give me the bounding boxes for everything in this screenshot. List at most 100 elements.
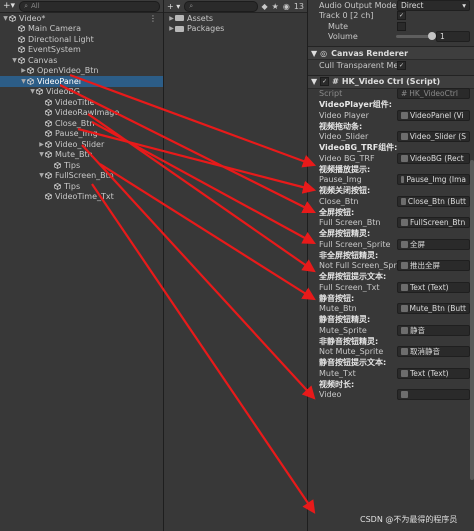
inspector-scrollbar[interactable] (470, 160, 474, 480)
hierarchy-row[interactable]: ▼ FullScreen_Btn (0, 171, 163, 182)
mute-label: Mute (328, 21, 349, 31)
canvas-renderer-header[interactable]: ▼ ◎ Canvas Renderer (308, 46, 474, 60)
hierarchy-row-label: EventSystem (28, 45, 81, 55)
object-reference-field[interactable]: Video_Slider (S (397, 131, 470, 143)
volume-field[interactable]: 1 (436, 31, 470, 43)
field-label: Mute_Btn (319, 304, 357, 314)
object-reference-field[interactable]: 取消静音 (397, 346, 470, 358)
collapsed-arrow-icon[interactable]: ▶ (168, 25, 175, 32)
component-enabled-checkbox[interactable]: ✓ (320, 77, 330, 86)
hierarchy-row-label: Canvas (28, 55, 58, 65)
field-row: Mute_Sprite 静音 (308, 324, 474, 336)
object-reference-field[interactable]: 推出全屏 (397, 260, 470, 272)
hierarchy-search-input[interactable]: ⌕ All (19, 0, 160, 12)
object-icon (401, 369, 408, 377)
project-search-input[interactable]: ⌕ (184, 0, 258, 12)
field-value: Text (Text) (410, 282, 449, 292)
gameobject-cube-icon (27, 67, 34, 75)
gameobject-cube-icon (18, 46, 25, 54)
fold-arrow-icon[interactable]: ▼ (311, 77, 317, 86)
expanded-arrow-icon[interactable]: ▼ (2, 15, 9, 22)
hierarchy-row[interactable]: EventSystem (0, 45, 163, 56)
expanded-arrow-icon[interactable]: ▼ (11, 57, 18, 64)
hierarchy-row[interactable]: ▼ Mute_Btn (0, 150, 163, 161)
hierarchy-row[interactable]: VideoTitle (0, 97, 163, 108)
object-reference-field[interactable]: Pause_Img (Ima (397, 174, 470, 186)
script-component-header[interactable]: ▼ ✓ # HK_Video Ctrl (Script) (308, 74, 474, 89)
hierarchy-row[interactable]: Close_Btn (0, 118, 163, 129)
more-options-icon[interactable]: ⋮ (149, 14, 157, 23)
expanded-arrow-icon[interactable]: ▼ (38, 151, 45, 158)
hierarchy-row-label: Main Camera (28, 24, 82, 34)
hierarchy-row[interactable]: Tips (0, 181, 163, 192)
hierarchy-row-label: Video* (19, 13, 46, 23)
field-value: 推出全屏 (410, 261, 440, 271)
object-reference-field[interactable]: 全屏 (397, 238, 470, 250)
object-reference-field[interactable] (397, 389, 470, 401)
field-header: 非静音按钮精灵: (319, 336, 379, 346)
project-folder-packages[interactable]: ▶ Packages (164, 24, 307, 35)
mute-checkbox[interactable] (397, 21, 406, 31)
hierarchy-row[interactable]: Pause_Img (0, 129, 163, 140)
search-icon: ⌕ (24, 1, 28, 10)
hierarchy-row[interactable]: ▶ Video_Slider (0, 139, 163, 150)
object-reference-field[interactable]: Mute_Btn (Butt (397, 303, 470, 315)
hierarchy-row[interactable]: ▼ Canvas (0, 55, 163, 66)
hierarchy-row[interactable]: ▼ VideoPanel (0, 76, 163, 87)
gameobject-cube-icon (36, 88, 43, 96)
object-reference-field[interactable]: Close_Btn (Butt (397, 195, 470, 207)
script-field-icon: # (401, 89, 408, 99)
eye-slash-icon[interactable]: ◉ (283, 2, 290, 11)
volume-slider-thumb[interactable] (427, 32, 436, 41)
expanded-arrow-icon[interactable]: ▼ (38, 172, 45, 179)
canvas-renderer-title: Canvas Renderer (331, 48, 409, 58)
hierarchy-row-label: Directional Light (28, 34, 94, 44)
field-header: VideoBG_TRF组件: (319, 143, 398, 152)
project-add-button[interactable]: + ▾ (167, 2, 180, 11)
field-value: Mute_Btn (Butt (409, 304, 466, 314)
hierarchy-row-label: Video_Slider (55, 139, 105, 149)
script-field-value: HK_VideoCtrl (409, 89, 458, 99)
hierarchy-row[interactable]: Main Camera (0, 24, 163, 35)
project-folder-assets[interactable]: ▶ Assets (164, 13, 307, 24)
field-label: Close_Btn (319, 196, 359, 206)
collapsed-arrow-icon[interactable]: ▶ (20, 67, 27, 74)
hierarchy-row-label: VideoTime_Txt (55, 192, 114, 202)
hierarchy-row[interactable]: Tips (0, 160, 163, 171)
volume-slider[interactable] (396, 32, 436, 41)
object-icon (401, 176, 405, 184)
hierarchy-row[interactable]: Directional Light (0, 34, 163, 45)
fold-arrow-icon[interactable]: ▼ (311, 49, 317, 58)
hierarchy-row[interactable]: ▼ VideoBG (0, 87, 163, 98)
collapsed-arrow-icon[interactable]: ▶ (168, 15, 175, 22)
collapsed-arrow-icon[interactable]: ▶ (38, 141, 45, 148)
field-value: Pause_Img (Ima (406, 175, 466, 185)
object-reference-field[interactable]: Text (Text) (397, 367, 470, 379)
favorite-icon[interactable]: ★ (272, 2, 279, 11)
field-label: Full Screen_Sprite (319, 239, 391, 249)
field-header: 视频播放提示: (319, 164, 371, 174)
watermark: CSDN @不为最得的程序员 (360, 515, 458, 524)
object-icon (401, 283, 408, 291)
object-reference-field[interactable]: Text (Text) (397, 281, 470, 293)
count-badge: 13 (293, 1, 304, 11)
eye-icon: ◎ (320, 48, 328, 58)
hierarchy-row[interactable]: VideoTime_Txt (0, 192, 163, 203)
object-reference-field[interactable]: FullScreen_Btn (397, 217, 470, 229)
expanded-arrow-icon[interactable]: ▼ (29, 88, 36, 95)
track-checkbox[interactable]: ✓ (397, 11, 406, 21)
tag-icon[interactable]: ◆ (262, 2, 268, 11)
audio-output-dropdown[interactable]: Direct ▾ (397, 0, 470, 11)
add-icon[interactable]: +▾ (3, 1, 15, 11)
field-header: 视频时长: (319, 379, 355, 389)
hierarchy-row[interactable]: ▶ OpenVideo_Btn (0, 66, 163, 77)
object-reference-field[interactable]: VideoBG (Rect (397, 152, 470, 164)
hierarchy-row[interactable]: VideoRawImage (0, 108, 163, 119)
object-reference-field[interactable]: 静音 (397, 324, 470, 336)
cull-checkbox[interactable]: ✓ (397, 60, 406, 70)
hierarchy-row[interactable]: ▼ Video* ⋮ (0, 13, 163, 24)
field-row: Video BG_TRF VideoBG (Rect (308, 152, 474, 164)
object-reference-field[interactable]: VideoPanel (Vi (397, 109, 470, 121)
field-header: 全屏按钮提示文本: (319, 272, 387, 281)
expanded-arrow-icon[interactable]: ▼ (20, 78, 27, 85)
